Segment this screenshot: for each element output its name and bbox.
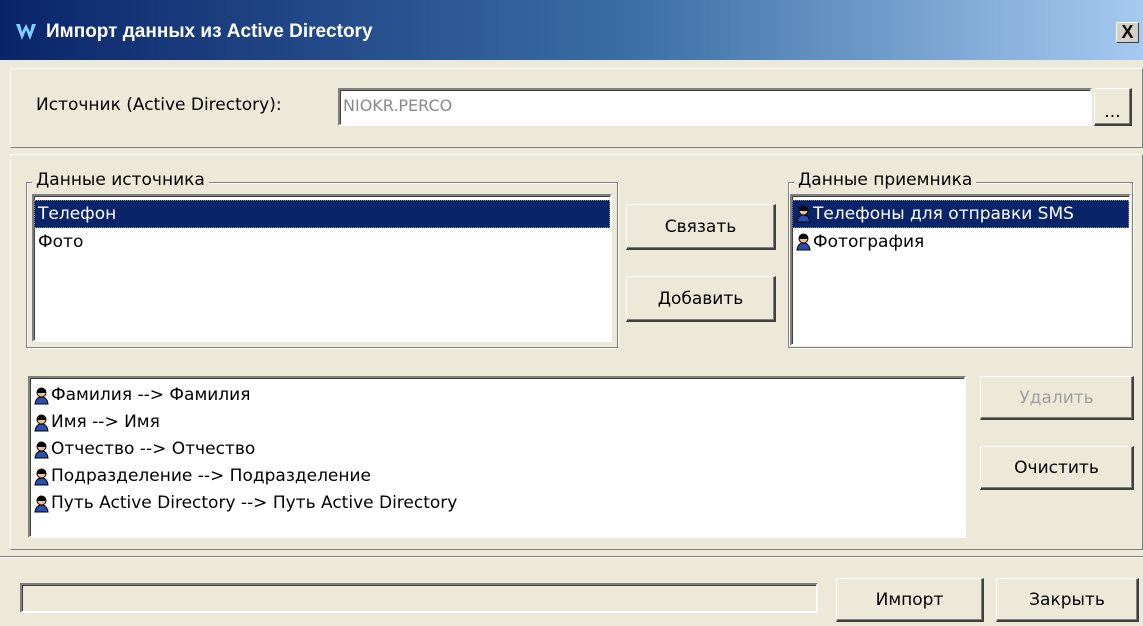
list-item-label: Путь Active Directory --> Путь Active Di…: [51, 493, 458, 513]
list-item-label: Отчество --> Отчество: [51, 439, 256, 459]
delete-button[interactable]: Удалить: [980, 376, 1134, 420]
list-item-label: Телефоны для отправки SMS: [813, 204, 1074, 224]
user-icon: [34, 414, 49, 431]
link-button[interactable]: Связать: [626, 204, 776, 250]
source-input[interactable]: NIOKR.PERCO: [338, 88, 1092, 126]
source-data-title: Данные источника: [32, 170, 209, 190]
progress-bar: [20, 583, 818, 613]
user-icon: [34, 495, 49, 512]
source-label: Источник (Active Directory):: [36, 95, 282, 115]
source-data-list[interactable]: Телефон Фото: [32, 194, 612, 342]
list-item-label: Имя --> Имя: [51, 412, 160, 432]
mapping-item[interactable]: Отчество --> Отчество: [30, 436, 964, 463]
user-icon: [34, 468, 49, 485]
mapping-item[interactable]: Фамилия --> Фамилия: [30, 382, 964, 409]
mapping-item[interactable]: Подразделение --> Подразделение: [30, 463, 964, 490]
list-item-label: Фото: [38, 232, 84, 252]
user-icon: [34, 387, 49, 404]
list-item-label: Подразделение --> Подразделение: [51, 466, 372, 486]
user-icon: [796, 233, 811, 251]
mappings-list[interactable]: Фамилия --> Фамилия Имя --> Имя Отчество…: [28, 376, 966, 538]
window-title: Импорт данных из Active Directory: [46, 21, 373, 42]
mapping-item[interactable]: Путь Active Directory --> Путь Active Di…: [30, 490, 964, 517]
close-button[interactable]: Закрыть: [996, 578, 1139, 622]
source-item-phone[interactable]: Телефон: [34, 200, 610, 228]
mapping-item[interactable]: Имя --> Имя: [30, 409, 964, 436]
browse-button[interactable]: ...: [1094, 88, 1132, 126]
receiver-data-list[interactable]: Телефоны для отправки SMS Фотография: [790, 194, 1131, 346]
receiver-item-photo[interactable]: Фотография: [792, 228, 1129, 256]
user-icon: [34, 441, 49, 458]
clear-button[interactable]: Очистить: [980, 446, 1134, 490]
add-button[interactable]: Добавить: [626, 276, 776, 322]
list-item-label: Фотография: [813, 232, 925, 252]
import-button[interactable]: Импорт: [836, 578, 984, 622]
footer-divider: [0, 556, 1143, 558]
app-logo-icon: [16, 24, 36, 40]
source-item-photo[interactable]: Фото: [34, 228, 610, 256]
list-item-label: Телефон: [38, 204, 117, 224]
receiver-data-title: Данные приемника: [794, 170, 977, 190]
receiver-item-sms-phones[interactable]: Телефоны для отправки SMS: [792, 200, 1129, 228]
close-window-button[interactable]: X: [1116, 22, 1139, 43]
user-icon: [796, 205, 811, 223]
list-item-label: Фамилия --> Фамилия: [51, 385, 251, 405]
